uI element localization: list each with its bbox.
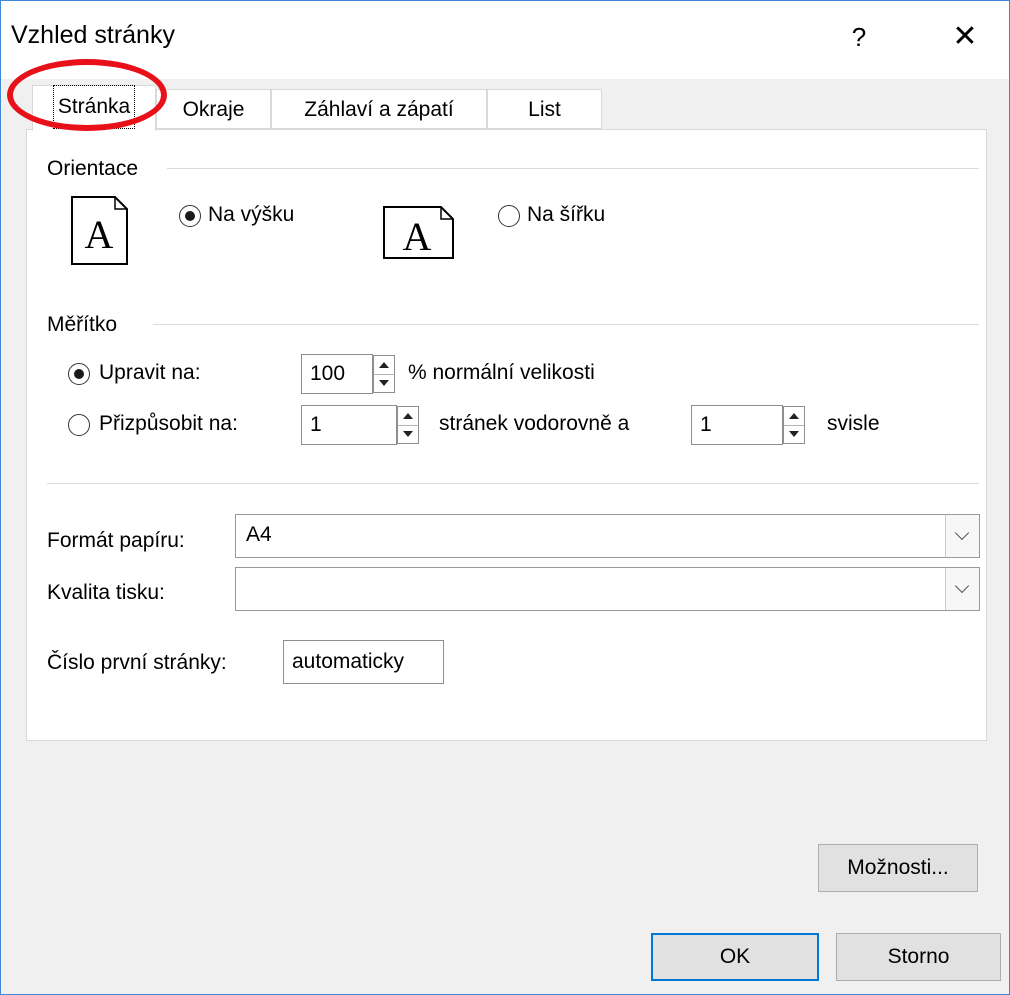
orientation-divider bbox=[167, 168, 979, 169]
fit-tall-suffix: svisle bbox=[827, 412, 880, 435]
dialog-title: Vzhled stránky bbox=[11, 21, 175, 49]
first-page-label: Číslo první stránky: bbox=[47, 651, 227, 674]
fit-wide-spinner[interactable] bbox=[397, 406, 419, 444]
scale-section-label: Měřítko bbox=[47, 313, 118, 336]
fit-tall-input[interactable]: 1 bbox=[691, 405, 783, 445]
chevron-down-icon[interactable] bbox=[945, 568, 979, 610]
spin-down-icon[interactable] bbox=[784, 425, 804, 443]
paper-format-label: Formát papíru: bbox=[47, 529, 185, 552]
tab-margins[interactable]: Okraje bbox=[156, 89, 271, 129]
ok-button[interactable]: OK bbox=[651, 933, 819, 981]
tab-margins-label: Okraje bbox=[182, 98, 245, 121]
scale-divider bbox=[153, 324, 979, 325]
portrait-glyph: A bbox=[85, 212, 114, 257]
fit-radio[interactable] bbox=[68, 414, 90, 436]
adjust-label[interactable]: Upravit na: bbox=[99, 361, 201, 385]
chevron-down-icon[interactable] bbox=[945, 515, 979, 557]
landscape-label[interactable]: Na šířku bbox=[527, 203, 605, 227]
help-button[interactable]: ? bbox=[839, 15, 879, 59]
paper-format-value: A4 bbox=[246, 523, 272, 546]
options-button[interactable]: Možnosti... bbox=[818, 844, 978, 892]
portrait-radio[interactable] bbox=[179, 205, 201, 227]
portrait-page-icon: A bbox=[71, 196, 128, 265]
fit-wide-input[interactable]: 1 bbox=[301, 405, 397, 445]
spin-up-icon[interactable] bbox=[398, 407, 418, 426]
adjust-percent-input[interactable]: 100 bbox=[301, 354, 373, 394]
print-quality-label: Kvalita tisku: bbox=[47, 581, 165, 604]
tab-panel: Orientace A Na výšku A Na šířku Měřítko … bbox=[26, 129, 987, 741]
paper-format-select[interactable]: A4 bbox=[235, 514, 980, 558]
orientation-section-label: Orientace bbox=[47, 157, 139, 180]
first-page-input[interactable]: automaticky bbox=[283, 640, 444, 684]
page-setup-dialog: Vzhled stránky ? ✕ Stránka Okraje Záhlav… bbox=[0, 0, 1010, 995]
tab-sheet-label: List bbox=[528, 98, 561, 121]
spin-down-icon[interactable] bbox=[398, 425, 418, 443]
close-button[interactable]: ✕ bbox=[945, 15, 985, 59]
spin-up-icon[interactable] bbox=[374, 356, 394, 375]
portrait-label[interactable]: Na výšku bbox=[208, 203, 294, 227]
print-quality-select[interactable] bbox=[235, 567, 980, 611]
spin-up-icon[interactable] bbox=[784, 407, 804, 426]
title-bar: Vzhled stránky ? ✕ bbox=[1, 1, 1009, 79]
tab-sheet[interactable]: List bbox=[487, 89, 602, 129]
tab-header-footer-label: Záhlaví a zápatí bbox=[304, 98, 454, 121]
spin-down-icon[interactable] bbox=[374, 374, 394, 392]
adjust-spinner[interactable] bbox=[373, 355, 395, 393]
tab-page[interactable]: Stránka bbox=[32, 85, 156, 131]
adjust-radio[interactable] bbox=[68, 363, 90, 385]
landscape-page-icon: A bbox=[383, 206, 454, 259]
fit-wide-suffix: stránek vodorovně a bbox=[439, 412, 630, 435]
tab-header-footer[interactable]: Záhlaví a zápatí bbox=[271, 89, 487, 129]
landscape-radio[interactable] bbox=[498, 205, 520, 227]
fit-tall-spinner[interactable] bbox=[783, 406, 805, 444]
adjust-suffix: % normální velikosti bbox=[408, 361, 595, 384]
paper-divider bbox=[47, 483, 979, 484]
fit-label[interactable]: Přizpůsobit na: bbox=[99, 412, 238, 436]
landscape-glyph: A bbox=[403, 214, 432, 259]
cancel-button[interactable]: Storno bbox=[836, 933, 1001, 981]
tab-page-label: Stránka bbox=[52, 85, 136, 129]
